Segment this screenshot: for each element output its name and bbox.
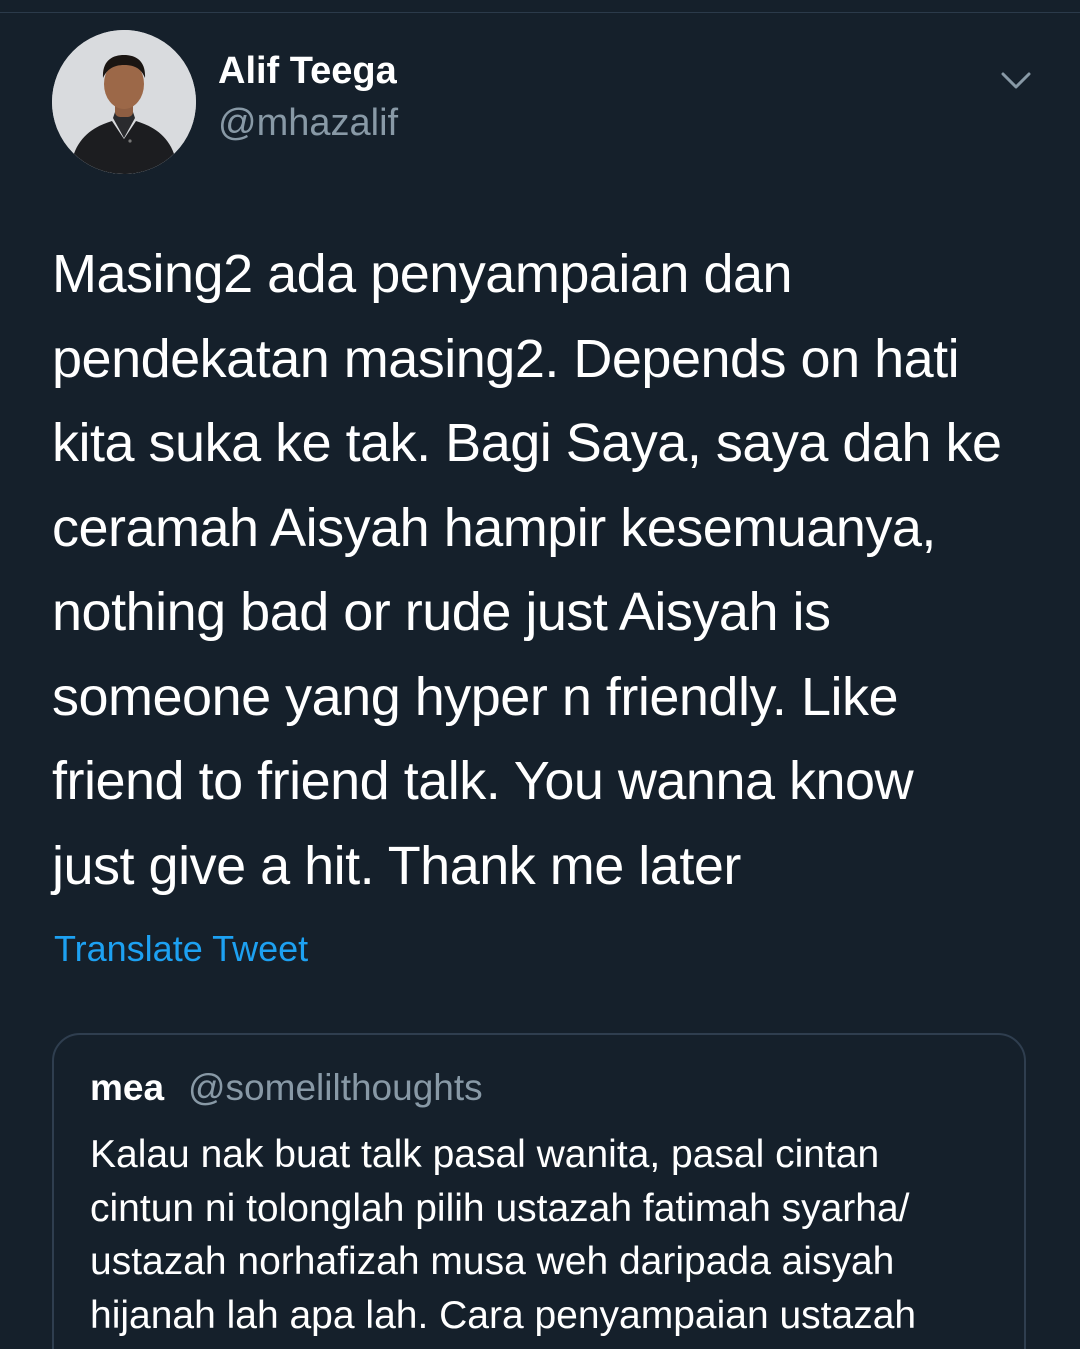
author-avatar[interactable] xyxy=(52,30,196,174)
avatar-image xyxy=(52,30,196,174)
quoted-author-handle: @somelilthoughts xyxy=(188,1067,483,1108)
quoted-tweet-text: Kalau nak buat talk pasal wanita, pasal … xyxy=(90,1133,917,1337)
tweet-text: Masing2 ada penyampaian dan pendekatan m… xyxy=(52,244,1002,896)
top-separator xyxy=(0,0,1080,13)
quoted-tweet-card[interactable]: mea @somelilthoughts Kalau nak buat talk… xyxy=(52,1033,1026,1349)
chevron-down-icon[interactable] xyxy=(998,62,1034,98)
quoted-author-name: mea xyxy=(90,1067,165,1108)
translate-tweet-link[interactable]: Translate Tweet xyxy=(54,928,308,970)
author-handle[interactable]: @mhazalif xyxy=(218,102,398,145)
author-name[interactable]: Alif Teega xyxy=(218,50,397,93)
